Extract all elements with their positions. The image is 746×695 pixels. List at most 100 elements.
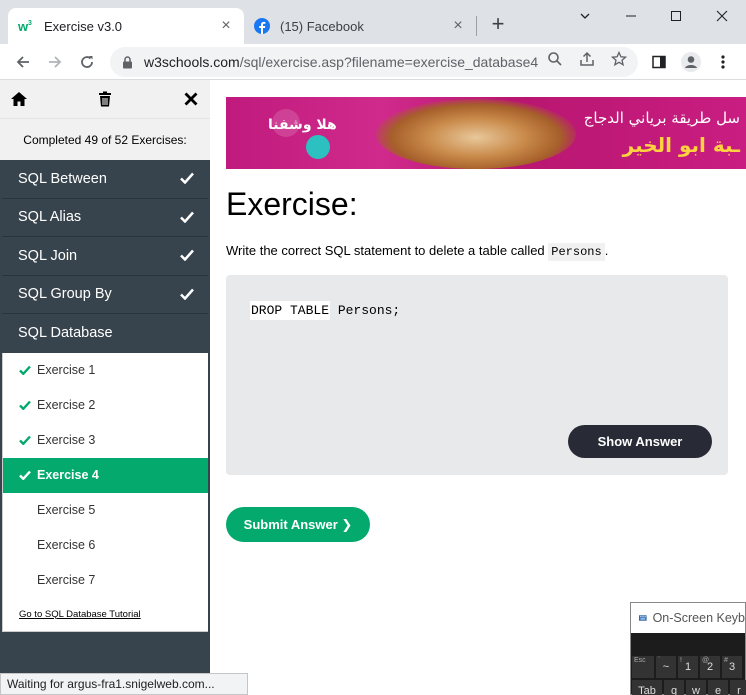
side-panel-icon[interactable] [646, 49, 672, 75]
minimize-button[interactable] [608, 2, 654, 30]
browser-tabstrip: w 3 Exercise v3.0 × (15) Facebook × + [0, 0, 746, 44]
osk-key-q[interactable]: q [664, 680, 684, 695]
exercise-label: Exercise 2 [37, 398, 96, 412]
exercise-label: Exercise 5 [37, 503, 96, 517]
zoom-search-icon[interactable] [544, 48, 566, 70]
sidebar-item-label: SQL Between [18, 170, 107, 187]
tutorial-link[interactable]: Go to SQL Database Tutorial [3, 598, 208, 632]
lock-icon[interactable] [122, 55, 136, 69]
osk-key-tilde[interactable]: ` ~ [656, 656, 676, 678]
ad-logo: هلا وشفنا [268, 109, 337, 159]
tab-search-icon[interactable] [562, 2, 608, 30]
tab-facebook[interactable]: (15) Facebook × [244, 8, 476, 44]
checkmark-icon [19, 435, 33, 445]
close-icon[interactable]: × [218, 18, 234, 34]
checkmark-icon [19, 365, 33, 375]
close-icon[interactable]: × [450, 18, 466, 34]
exercise-item-5[interactable]: Exercise 5 [3, 493, 208, 528]
sidebar-item-label: SQL Join [18, 247, 78, 264]
exercise-item-7[interactable]: Exercise 7 [3, 563, 208, 598]
answer-area: DROP TABLE Persons; Show Answer [226, 275, 728, 475]
exercise-item-4[interactable]: Exercise 4 [3, 457, 208, 493]
svg-text:هلا وشفنا: هلا وشفنا [268, 117, 337, 133]
code-rest: Persons; [330, 303, 401, 318]
reload-icon[interactable] [74, 49, 100, 75]
osk-key-w[interactable]: w [686, 680, 706, 695]
description-text: Write the correct SQL statement to delet… [226, 243, 549, 258]
osk-title: On-Screen Keyb [652, 611, 745, 625]
exercise-item-3[interactable]: Exercise 3 [3, 423, 208, 458]
back-icon[interactable] [10, 49, 36, 75]
checkmark-icon [180, 288, 194, 304]
advertisement-banner[interactable]: هلا وشفنا سل طريقة برياني الدجاج ـبة ابو… [226, 97, 746, 169]
sidebar-item-label: SQL Alias [18, 209, 82, 226]
osk-number-row: Esc ` ~ ! 1 @2 #3 [631, 655, 743, 679]
osk-key-1[interactable]: ! 1 [678, 656, 698, 678]
sidebar-top-bar [0, 80, 210, 118]
tab-separator [476, 16, 477, 36]
window-close-button[interactable] [699, 2, 745, 30]
osk-key-r[interactable]: r [730, 680, 746, 695]
bookmark-star-icon[interactable] [608, 48, 630, 70]
tab-title: (15) Facebook [280, 18, 364, 34]
sidebar-item-label: SQL Group By [18, 286, 112, 303]
profile-avatar-icon[interactable] [678, 49, 704, 75]
exercise-label: Exercise 1 [37, 363, 96, 377]
table-name-code: Persons [548, 243, 605, 261]
forward-icon[interactable] [42, 49, 68, 75]
exercise-list: Exercise 1 Exercise 2 Exercise 3 Exercis… [2, 352, 208, 632]
svg-text:3: 3 [28, 20, 32, 27]
exercise-label: Exercise 3 [37, 433, 96, 447]
sidebar-item-sql-join[interactable]: SQL Join [2, 237, 208, 276]
show-answer-button[interactable]: Show Answer [568, 425, 712, 458]
url-host: w3schools.com [144, 54, 240, 70]
code-answer: DROP TABLE Persons; [250, 301, 401, 320]
exercise-sidebar: Completed 49 of 52 Exercises: SQL Betwee… [0, 80, 210, 695]
close-sidebar-icon[interactable] [182, 90, 200, 108]
new-tab-button[interactable]: + [486, 13, 510, 37]
answer-input[interactable]: DROP TABLE [250, 301, 331, 320]
exercise-label: Exercise 6 [37, 538, 96, 552]
home-icon[interactable] [10, 90, 28, 108]
exercise-item-6[interactable]: Exercise 6 [3, 528, 208, 563]
exercise-item-2[interactable]: Exercise 2 [3, 388, 208, 423]
exercise-title: Exercise: [226, 186, 358, 222]
url-path: /sql/exercise.asp?filename=exercise_data… [239, 54, 539, 70]
description-end: . [604, 243, 609, 258]
exercise-label: Exercise 7 [37, 573, 96, 587]
on-screen-keyboard-window[interactable]: On-Screen Keyb Esc ` ~ ! 1 @2 #3 Tab q w e… [630, 602, 746, 695]
checkmark-icon [180, 172, 194, 188]
checkmark-icon [180, 249, 194, 265]
browser-toolbar: w3schools.com/sql/exercise.asp?filename=… [0, 44, 746, 80]
checkmark-icon [19, 470, 33, 480]
osk-letter-row: Tab q w e r [631, 679, 746, 695]
exercise-description: Write the correct SQL statement to delet… [226, 243, 609, 261]
osk-key-tab[interactable]: Tab [632, 680, 662, 695]
keyboard-icon [639, 615, 647, 621]
checkmark-icon [19, 400, 33, 410]
osk-key-esc[interactable]: Esc [632, 656, 654, 678]
w3schools-icon: w 3 [18, 18, 34, 34]
exercise-label: Exercise 4 [37, 468, 99, 482]
status-bar: Waiting for argus-fra1.snigelweb.com... [0, 673, 248, 695]
sidebar-item-sql-group-by[interactable]: SQL Group By [2, 276, 208, 314]
tab-title: Exercise v3.0 [44, 18, 123, 34]
sidebar-item-label: SQL Database [18, 325, 113, 342]
ad-subheadline: ـبة ابو الخير [622, 133, 740, 157]
sidebar-item-sql-between[interactable]: SQL Between [2, 160, 208, 199]
share-icon[interactable] [576, 48, 598, 70]
osk-titlebar[interactable]: On-Screen Keyb [631, 603, 745, 633]
facebook-icon [254, 18, 270, 34]
exercise-item-1[interactable]: Exercise 1 [3, 353, 208, 388]
osk-key-3[interactable]: #3 [722, 656, 742, 678]
ad-headline: سل طريقة برياني الدجاج [583, 109, 740, 127]
sidebar-item-sql-alias[interactable]: SQL Alias [2, 199, 208, 237]
osk-key-2[interactable]: @2 [700, 656, 720, 678]
sidebar-item-sql-database[interactable]: SQL Database [2, 314, 208, 353]
submit-answer-button[interactable]: Submit Answer ❯ [226, 507, 370, 542]
osk-key-e[interactable]: e [708, 680, 728, 695]
menu-kebab-icon[interactable] [710, 49, 736, 75]
trash-icon[interactable] [96, 90, 114, 108]
tab-exercise[interactable]: w 3 Exercise v3.0 × [8, 8, 244, 44]
maximize-button[interactable] [653, 2, 699, 30]
